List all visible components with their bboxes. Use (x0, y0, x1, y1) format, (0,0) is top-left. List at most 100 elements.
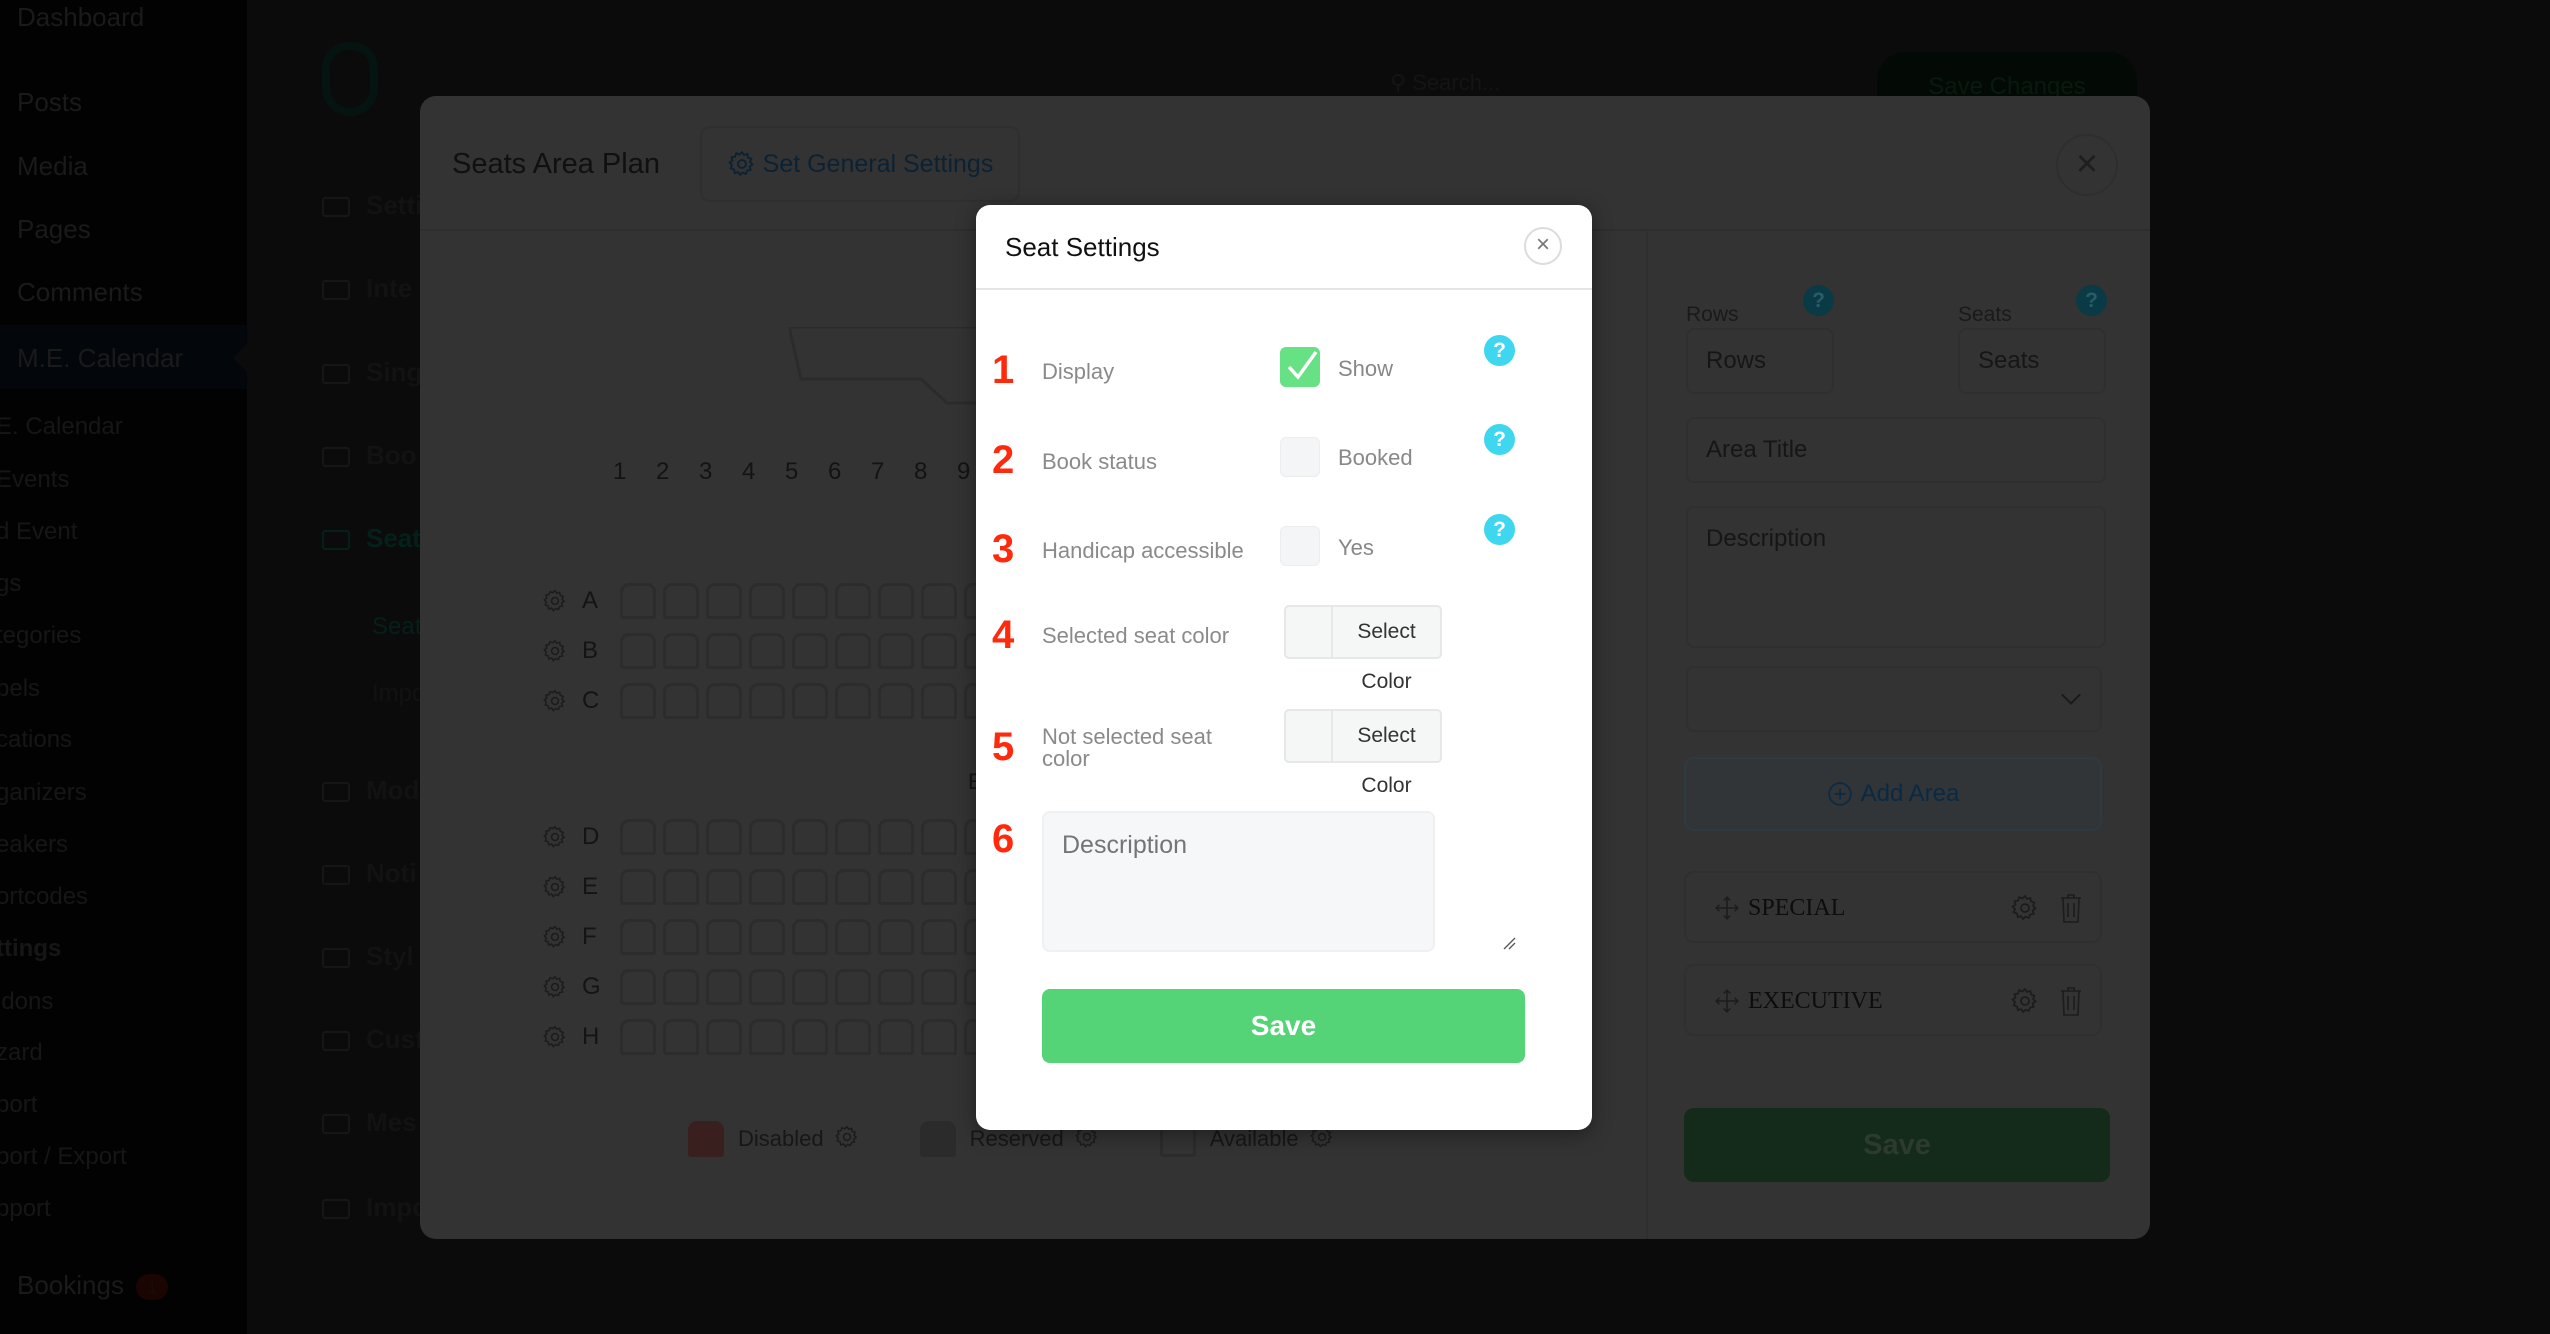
seat[interactable] (706, 969, 742, 1005)
select-color-button[interactable]: Select Color (1333, 607, 1440, 693)
select-color-button[interactable]: Select Color (1333, 711, 1440, 797)
panel-close-button[interactable]: × (2056, 134, 2118, 196)
wp-submenu-item[interactable]: ldons (0, 988, 53, 1016)
handicap-checkbox[interactable] (1280, 526, 1320, 566)
seat[interactable] (749, 969, 785, 1005)
seat[interactable] (792, 919, 828, 955)
area-plan-save-button[interactable]: Save (1684, 1108, 2110, 1182)
seat[interactable] (663, 1019, 699, 1055)
seat[interactable] (663, 819, 699, 855)
seat[interactable] (835, 683, 871, 719)
seat[interactable] (663, 583, 699, 619)
seat[interactable] (792, 869, 828, 905)
seat[interactable] (878, 869, 914, 905)
area-select[interactable] (1686, 666, 2102, 732)
seat[interactable] (706, 583, 742, 619)
seat[interactable] (835, 819, 871, 855)
settings-nav-item[interactable]: Sing (322, 357, 422, 388)
help-icon[interactable]: ? (1484, 335, 1515, 366)
area-settings-gear-icon[interactable] (2010, 986, 2040, 1021)
settings-nav-item[interactable]: Mes (322, 1107, 417, 1138)
seat[interactable] (792, 633, 828, 669)
seat[interactable] (749, 819, 785, 855)
seat[interactable] (921, 969, 957, 1005)
wp-submenu-item-current[interactable]: ttings (0, 935, 61, 963)
row-settings-gear-icon[interactable] (542, 974, 568, 1000)
settings-nav-item[interactable]: Boo (322, 440, 417, 471)
settings-subnav-item[interactable]: Impo (372, 680, 425, 708)
seat[interactable] (835, 633, 871, 669)
row-settings-gear-icon[interactable] (542, 924, 568, 950)
seat[interactable] (663, 869, 699, 905)
wp-submenu-item[interactable]: tegories (0, 622, 81, 650)
seat[interactable] (620, 819, 656, 855)
seat[interactable] (835, 869, 871, 905)
help-icon[interactable]: ? (1484, 514, 1515, 545)
seat[interactable] (620, 869, 656, 905)
seat[interactable] (878, 583, 914, 619)
color-swatch[interactable] (1286, 607, 1333, 657)
wp-submenu-item[interactable]: cations (0, 726, 72, 754)
seat[interactable] (620, 633, 656, 669)
rows-input[interactable]: Rows (1686, 328, 1834, 394)
wp-submenu-item[interactable]: port (0, 1091, 37, 1119)
wp-menu-comments[interactable]: Comments (17, 277, 143, 308)
seat[interactable] (706, 1019, 742, 1055)
wp-submenu-item[interactable]: pport (0, 1195, 51, 1223)
seat[interactable] (921, 919, 957, 955)
wp-menu-posts[interactable]: Posts (17, 87, 82, 118)
set-general-settings-button[interactable]: Set General Settings (700, 126, 1020, 202)
wp-menu-dashboard[interactable]: Dashboard (17, 2, 144, 33)
wp-menu-pages[interactable]: Pages (17, 214, 91, 245)
seat[interactable] (835, 919, 871, 955)
settings-nav-item[interactable]: Cust (322, 1024, 424, 1055)
color-swatch[interactable] (1286, 711, 1333, 761)
seats-input[interactable]: Seats (1958, 328, 2106, 394)
seat[interactable] (878, 819, 914, 855)
wp-submenu-item[interactable]: port / Export (0, 1143, 127, 1171)
wp-submenu-item[interactable]: ganizers (0, 779, 87, 807)
seat[interactable] (706, 683, 742, 719)
seat[interactable] (835, 583, 871, 619)
settings-nav-item[interactable]: Inte (322, 273, 412, 304)
book-status-checkbox[interactable] (1280, 437, 1320, 477)
seat[interactable] (878, 969, 914, 1005)
wp-submenu-item[interactable]: ortcodes (0, 883, 88, 911)
area-title-input[interactable]: Area Title (1686, 417, 2106, 483)
trash-icon[interactable] (2060, 893, 2082, 923)
area-description-textarea[interactable]: Description (1686, 506, 2106, 648)
seat[interactable] (921, 583, 957, 619)
legend-gear-icon[interactable] (834, 1124, 860, 1155)
seat[interactable] (749, 869, 785, 905)
seat[interactable] (835, 969, 871, 1005)
seat[interactable] (792, 819, 828, 855)
seat[interactable] (663, 683, 699, 719)
seat-description-textarea[interactable] (1042, 811, 1435, 952)
seat[interactable] (749, 683, 785, 719)
rows-help-icon[interactable]: ? (1803, 285, 1834, 316)
seat[interactable] (620, 1019, 656, 1055)
selected-seat-color-picker[interactable]: Select Color (1284, 605, 1442, 693)
seat[interactable] (792, 683, 828, 719)
seat[interactable] (921, 819, 957, 855)
row-settings-gear-icon[interactable] (542, 1024, 568, 1050)
seat[interactable] (792, 969, 828, 1005)
seat[interactable] (878, 1019, 914, 1055)
seat[interactable] (620, 919, 656, 955)
wp-submenu-item[interactable]: zard (0, 1039, 43, 1067)
settings-subnav-item[interactable]: Seat (372, 613, 421, 641)
seat[interactable] (706, 819, 742, 855)
settings-nav-item[interactable]: Mod (322, 775, 419, 806)
wp-submenu-item[interactable]: bels (0, 675, 40, 703)
settings-nav-item[interactable]: Setti (322, 190, 422, 221)
drag-move-icon[interactable] (1714, 895, 1740, 921)
row-settings-gear-icon[interactable] (542, 824, 568, 850)
seat[interactable] (620, 683, 656, 719)
seat[interactable] (620, 969, 656, 1005)
wp-submenu-item[interactable]: eakers (0, 831, 68, 859)
seat[interactable] (706, 919, 742, 955)
wp-submenu-item[interactable]: E. Calendar (0, 413, 123, 441)
seat[interactable] (921, 683, 957, 719)
wp-submenu-item[interactable]: d Event (0, 518, 77, 546)
seat[interactable] (921, 1019, 957, 1055)
